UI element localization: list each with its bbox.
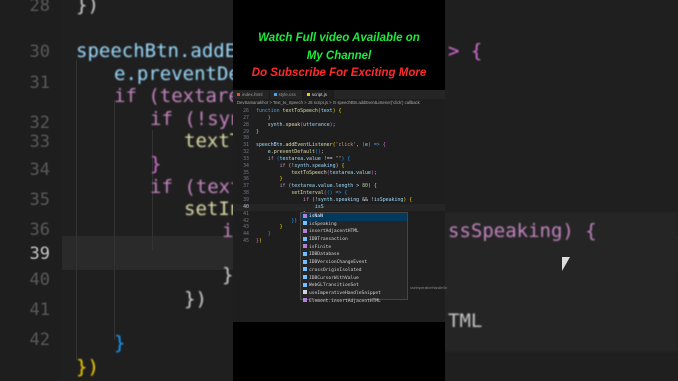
autocomplete-item[interactable]: IDBTransaction bbox=[301, 236, 407, 244]
background-line-number: 41 bbox=[29, 300, 50, 320]
method-icon bbox=[303, 228, 307, 233]
code-line-current: 40 isS bbox=[233, 203, 445, 211]
background-code-line: }) bbox=[184, 288, 207, 310]
background-line-number: 28 bbox=[29, 0, 50, 16]
code-line: 30 bbox=[243, 135, 249, 142]
background-line-number: 31 bbox=[29, 73, 50, 93]
html-file-icon bbox=[237, 93, 240, 97]
variable-icon bbox=[303, 275, 307, 279]
method-icon bbox=[303, 298, 307, 303]
code-line: 37 if (textarea.value.length > 80) { bbox=[243, 183, 377, 190]
autocomplete-item[interactable]: useImperativeHandleSnippet bbox=[301, 290, 407, 298]
autocomplete-item[interactable]: crossOriginIsolated bbox=[301, 267, 407, 275]
autocomplete-item[interactable]: isNaN bbox=[301, 213, 407, 221]
background-code-fragment: ssSpeaking) { bbox=[448, 220, 597, 242]
tab-index-html[interactable]: index.html bbox=[233, 90, 270, 99]
css-file-icon bbox=[273, 93, 277, 97]
method-icon bbox=[303, 213, 307, 218]
code-line: 33 if (textarea.value !== "") { bbox=[243, 155, 351, 162]
promo-line-3: Do Subscribe For Exciting More bbox=[251, 67, 427, 79]
background-line-number: 32 bbox=[29, 113, 50, 133]
code-line: 35 textToSpeech(textarea.value); bbox=[243, 169, 377, 176]
autocomplete-item[interactable]: IDBCursorWithValue bbox=[301, 275, 407, 283]
background-code-line: }) bbox=[76, 356, 99, 378]
mouse-cursor-icon bbox=[562, 257, 574, 271]
background-line-number: 42 bbox=[29, 330, 50, 350]
tab-script-js[interactable]: script.js bbox=[302, 90, 335, 99]
background-code-line: }) bbox=[76, 0, 99, 16]
code-line: 39 if (!synth.speaking && !isSpeaking) { bbox=[243, 196, 413, 203]
method-icon bbox=[303, 244, 307, 249]
indent-guide bbox=[76, 60, 77, 360]
code-line: 27 } bbox=[243, 114, 271, 121]
editor-tab-bar: index.html style.css script.js bbox=[233, 90, 445, 99]
background-code-fragment: > { bbox=[448, 40, 483, 62]
background-line-number: 35 bbox=[29, 190, 50, 210]
tab-label: script.js bbox=[311, 92, 328, 97]
background-code-line: } bbox=[222, 264, 234, 286]
background-line-number: 30 bbox=[29, 42, 50, 62]
tab-label: index.html bbox=[242, 92, 263, 97]
background-line-number: 34 bbox=[29, 160, 50, 180]
variable-icon bbox=[303, 282, 307, 287]
background-line-number: 40 bbox=[29, 270, 50, 290]
background-line-number: 33 bbox=[29, 132, 50, 152]
background-line-number: 36 bbox=[29, 220, 50, 240]
variable-icon bbox=[303, 221, 307, 226]
variable-icon bbox=[303, 259, 307, 264]
variable-icon bbox=[303, 251, 307, 256]
tab-style-css[interactable]: style.css bbox=[270, 90, 303, 99]
autocomplete-detail: useImperativeHandleSn bbox=[410, 286, 448, 290]
code-line: 38 setInterval(() => { bbox=[243, 190, 348, 197]
background-code-fragment: TML bbox=[448, 310, 483, 332]
autocomplete-item[interactable]: insertAdjacentHTML bbox=[301, 228, 407, 236]
autocomplete-list[interactable]: isNaN isSpeaking insertAdjacentHTML IDBT… bbox=[300, 212, 408, 304]
tab-label: style.css bbox=[278, 92, 296, 97]
autocomplete-item[interactable]: isFinite bbox=[301, 244, 407, 252]
promo-line-2: My Channel bbox=[306, 50, 372, 62]
variable-icon bbox=[303, 236, 307, 241]
indent-guide bbox=[114, 100, 115, 340]
code-line: 34 if (!synth.speaking) { bbox=[243, 162, 345, 169]
autocomplete-item[interactable]: IDBDatabase bbox=[301, 251, 407, 259]
background-line-number: 39 bbox=[29, 244, 50, 264]
code-line: 26 function textToSpeech(text) { bbox=[243, 108, 342, 114]
code-line: 32 e.preventDefault(); bbox=[243, 149, 324, 156]
code-line: 28 synth.speak(utterance); bbox=[243, 121, 336, 128]
background-code-line: } bbox=[114, 332, 126, 354]
autocomplete-item[interactable]: isSpeaking bbox=[301, 221, 407, 229]
background-code-line: } bbox=[150, 153, 162, 175]
autocomplete-item[interactable]: IDBVersionChangeEvent bbox=[301, 259, 407, 267]
autocomplete-item[interactable]: Element.insertAdjacentHTML bbox=[301, 298, 407, 306]
code-line: 29} bbox=[243, 128, 259, 135]
breadcrumb[interactable]: DevSamanakhor > Text_to_Speech > JS scri… bbox=[237, 100, 420, 105]
js-file-icon bbox=[306, 93, 310, 97]
autocomplete-item[interactable]: WebGLTransitionSet bbox=[301, 282, 407, 290]
variable-icon bbox=[303, 267, 307, 272]
code-line: 31 speechBtn.addEventListener('click', (e… bbox=[243, 142, 386, 149]
code-line: 36 } bbox=[243, 176, 283, 183]
snippet-icon bbox=[303, 290, 307, 295]
promo-line-1: Watch Full video Available on bbox=[258, 32, 420, 44]
